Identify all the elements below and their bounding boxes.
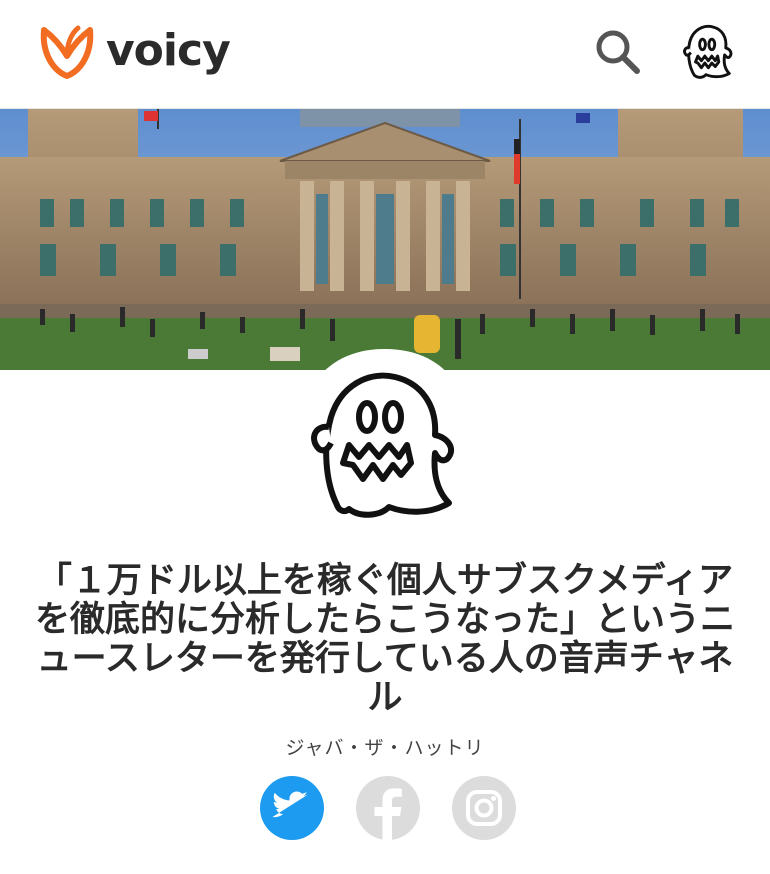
cover-image [0, 109, 770, 370]
twitter-share-button[interactable] [260, 776, 324, 840]
channel-author[interactable]: ジャバ・ザ・ハットリ [0, 733, 770, 760]
twitter-icon [272, 791, 308, 818]
header-bar: voicy [0, 0, 770, 109]
voicy-logo[interactable]: voicy [38, 22, 231, 80]
search-button[interactable] [592, 26, 642, 76]
user-avatar-button[interactable] [674, 20, 738, 84]
channel-avatar [297, 345, 473, 535]
instagram-icon [466, 790, 502, 826]
instagram-share-button[interactable] [452, 776, 516, 840]
ghost-icon [297, 349, 473, 535]
search-icon [596, 30, 640, 74]
brand-name: voicy [106, 25, 231, 76]
voicy-logo-icon [40, 25, 94, 79]
facebook-icon [374, 788, 402, 840]
user-avatar-ghost-icon [683, 24, 733, 79]
facebook-share-button[interactable] [356, 776, 420, 840]
channel-title: 「１万ドル以上を稼ぐ個人サブスクメディアを徹底的に分析したらこうなった」というニ… [34, 561, 735, 718]
